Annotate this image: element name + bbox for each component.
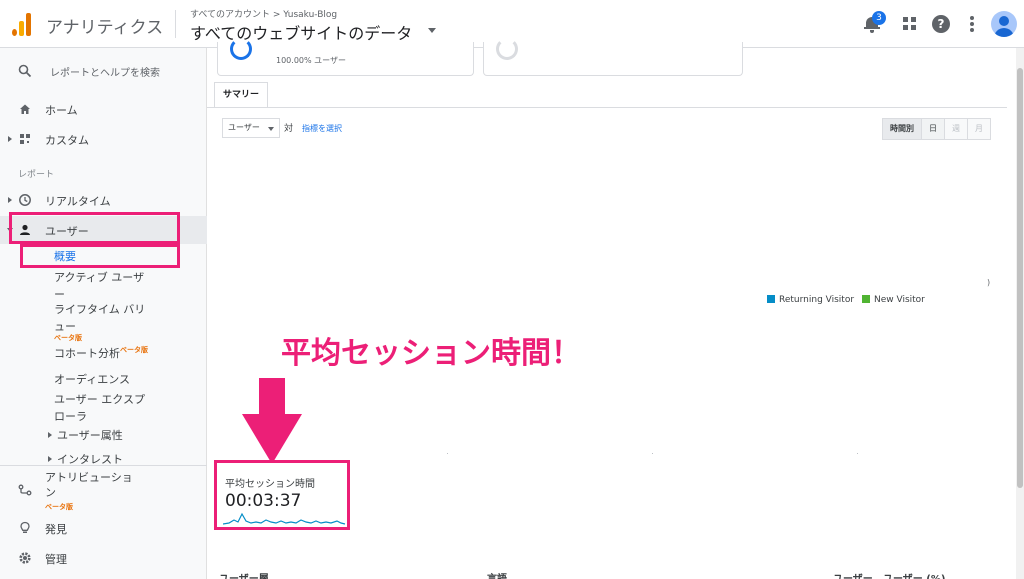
sidebar-item-admin[interactable]: 管理 xyxy=(0,544,207,572)
sidebar-item-active-users[interactable]: アクティブ ユーザ ー xyxy=(54,269,144,303)
gear-icon xyxy=(19,552,31,564)
select-metric-link[interactable]: 指標を選択 xyxy=(302,123,342,134)
table-header-users-percent: ユーザー (%) xyxy=(883,570,945,579)
sparkline xyxy=(223,512,346,525)
annotation-callout: 平均セッション時間！ xyxy=(281,336,581,371)
chevron-down-icon[interactable] xyxy=(428,28,436,33)
sidebar-item-audiences[interactable]: オーディエンス xyxy=(54,371,130,388)
account-breadcrumb[interactable]: すべてのアカウント > Yusaku-Blog xyxy=(190,7,337,20)
metric-select[interactable]: ユーザー xyxy=(222,118,280,138)
beta-badge: ベータ版 xyxy=(54,334,82,342)
segment-card-all-users[interactable]: 100.00% ユーザー xyxy=(217,38,474,76)
legend-swatch xyxy=(767,295,775,303)
analytics-logo-icon[interactable] xyxy=(12,12,34,36)
scrollbar-thumb[interactable] xyxy=(1017,68,1023,488)
chart-dot xyxy=(857,453,858,454)
legend-returning-visitor: Returning Visitor xyxy=(767,295,854,305)
report-content: 100.00% ユーザー サマリー ユーザー 対 指標を選択 時間別 日 週 月… xyxy=(207,38,1024,579)
clock-icon xyxy=(19,194,31,206)
legend-swatch xyxy=(862,295,870,303)
period-day-button[interactable]: 日 xyxy=(922,119,945,139)
expand-arrow-icon[interactable] xyxy=(8,197,12,203)
highlight-overview xyxy=(20,244,180,268)
sidebar-item-user-explorer[interactable]: ユーザー エクスプ ローラ xyxy=(54,391,145,425)
versus-label: 対 xyxy=(284,124,294,134)
sidebar-item-cohort[interactable]: コホート分析ベータ版 xyxy=(54,345,148,364)
help-icon[interactable]: ? xyxy=(931,14,951,34)
sidebar-search[interactable]: レポートとヘルプを検索 xyxy=(0,57,207,85)
add-segment-ring-icon xyxy=(496,38,518,60)
down-arrow-icon xyxy=(242,378,302,464)
sidebar-item-lifetime-value[interactable]: ライフタイム バリ ュー xyxy=(54,301,145,335)
highlight-audience xyxy=(9,212,180,244)
period-hourly-button[interactable]: 時間別 xyxy=(883,119,922,139)
table-header-demographics: ユーザー層 xyxy=(219,570,269,579)
table-header-users: ユーザー xyxy=(833,570,873,579)
segment-card-add[interactable] xyxy=(483,38,743,76)
home-icon xyxy=(20,104,30,114)
sidebar: レポートとヘルプを検索 ホーム カスタム レポート リアルタイム ユーザー 概要… xyxy=(0,48,207,579)
sidebar-item-demographics[interactable]: ユーザー属性 xyxy=(48,427,123,444)
chart-edge-mark: ) xyxy=(987,278,991,287)
beta-badge: ベータ版 xyxy=(120,346,148,354)
sidebar-item-custom[interactable]: カスタム xyxy=(0,125,207,153)
period-toggle: 時間別 日 週 月 xyxy=(882,118,991,140)
search-icon xyxy=(18,64,32,78)
sidebar-item-home[interactable]: ホーム xyxy=(0,95,207,123)
more-vert-icon[interactable] xyxy=(962,14,982,34)
sidebar-item-attribution[interactable]: アトリビューショ ン ベータ版 xyxy=(0,470,207,512)
tab-summary[interactable]: サマリー xyxy=(214,82,269,108)
sidebar-item-discover[interactable]: 発見 xyxy=(0,514,207,542)
apps-grid-icon[interactable] xyxy=(900,14,920,34)
header-divider xyxy=(175,10,176,38)
page-scrollbar[interactable] xyxy=(1016,48,1024,579)
dashboard-grid-icon xyxy=(20,134,30,144)
account-avatar[interactable] xyxy=(991,11,1017,37)
expand-arrow-icon xyxy=(48,456,52,462)
chart-dot xyxy=(447,453,448,454)
table-header-language: 言語 xyxy=(487,570,507,579)
period-week-button[interactable]: 週 xyxy=(945,119,968,139)
expand-arrow-icon xyxy=(48,432,52,438)
segment-ring-icon xyxy=(230,38,252,60)
view-selector[interactable]: すべてのウェブサイトのデータ xyxy=(190,20,412,44)
sidebar-item-realtime[interactable]: リアルタイム xyxy=(0,186,207,214)
avg-session-duration-card[interactable]: 平均セッション時間 00:03:37 xyxy=(214,460,350,530)
tab-underline xyxy=(207,107,1007,108)
legend-new-visitor: New Visitor xyxy=(862,295,925,305)
chart-dot xyxy=(652,453,653,454)
notification-count-badge: 3 xyxy=(872,11,886,25)
app-name: アナリティクス xyxy=(46,18,164,38)
period-month-button[interactable]: 月 xyxy=(968,119,990,139)
lightbulb-icon xyxy=(20,521,30,533)
attribution-icon xyxy=(18,484,32,496)
expand-arrow-icon[interactable] xyxy=(8,136,12,142)
beta-badge: ベータ版 xyxy=(45,503,73,511)
sidebar-divider xyxy=(0,465,207,466)
reports-section-label: レポート xyxy=(18,170,55,180)
chevron-down-icon xyxy=(268,127,274,131)
